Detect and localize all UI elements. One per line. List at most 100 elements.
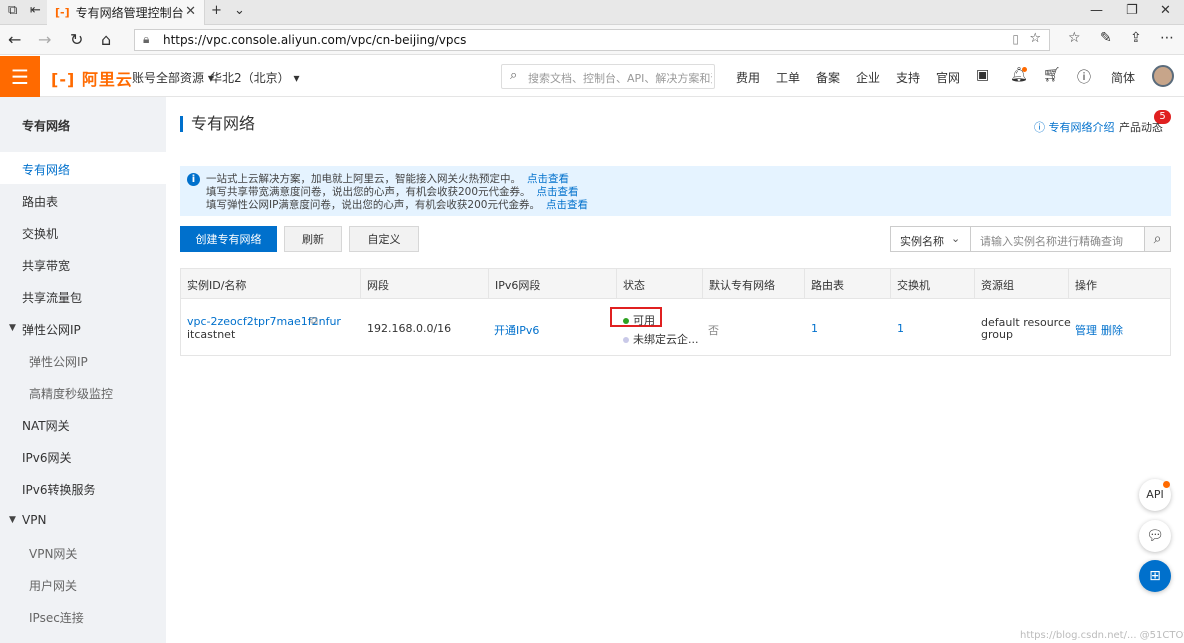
sidebar-item-ipv6-gateway[interactable]: IPv6网关 — [0, 440, 166, 472]
col-resource-group: 资源组 — [974, 269, 1068, 299]
browser-tab-bar: ⧉ ⇤ [-] 专有网络管理控制台 ✕ + ⌄ — ❐ ✕ — [0, 0, 1184, 25]
tab-actions-icon[interactable]: ⧉ — [8, 3, 17, 18]
lock-icon: 🔒︎ — [143, 32, 150, 46]
col-ipv6: IPv6网段 — [488, 269, 616, 299]
customize-button[interactable]: 自定义 — [349, 226, 419, 252]
sidebar-item-vpn-gateway[interactable]: VPN网关 — [0, 536, 166, 568]
pen-icon[interactable]: ✎ — [1100, 30, 1112, 46]
language-selector[interactable]: 简体 — [1111, 69, 1135, 86]
default-vpc-value: 否 — [708, 324, 719, 337]
search-button[interactable]: ⌕ — [1145, 226, 1171, 252]
maximize-icon[interactable]: ❐ — [1126, 3, 1138, 18]
col-cidr: 网段 — [360, 269, 488, 299]
search-input[interactable]: ⌕ 搜索文档、控制台、API、解决方案和资源 — [501, 64, 715, 89]
col-route-table: 路由表 — [804, 269, 890, 299]
delete-link[interactable]: 删除 — [1101, 322, 1123, 338]
copy-icon[interactable]: ⧉ — [310, 314, 318, 328]
sidebar-group-vpn[interactable]: ▼ VPN — [0, 504, 166, 536]
col-default-vpc: 默认专有网络 — [702, 269, 804, 299]
enable-ipv6-link[interactable]: 开通IPv6 — [494, 322, 539, 338]
sidebar-item-vpc[interactable]: 专有网络 — [0, 152, 166, 184]
url-text: https://vpc.console.aliyun.com/vpc/cn-be… — [163, 33, 467, 47]
watermark: https://blog.csdn.net/... @51CTO博客 — [1020, 630, 1184, 641]
sidebar-item-data-transfer-plan[interactable]: 共享流量包 — [0, 280, 166, 312]
nav-enterprise[interactable]: 企业 — [856, 69, 880, 86]
cart-icon[interactable]: 🛒︎ — [1043, 67, 1061, 83]
table-header: 实例ID/名称 网段 IPv6网段 状态 默认专有网络 路由表 交换机 资源组 … — [181, 269, 1170, 299]
menu-icon[interactable]: ☰ — [0, 56, 40, 97]
refresh-button[interactable]: 刷新 — [284, 226, 342, 252]
chat-icon[interactable]: 💬︎ — [1139, 520, 1171, 552]
aliyun-favicon-icon: [-] — [55, 6, 70, 19]
help-icon[interactable]: ⓘ — [1077, 67, 1091, 87]
sidebar-item-ipsec[interactable]: IPsec连接 — [0, 600, 166, 632]
vpc-cidr: 192.168.0.0/16 — [367, 322, 452, 335]
url-input[interactable]: 🔒︎ https://vpc.console.aliyun.com/vpc/cn… — [134, 29, 1050, 51]
set-aside-tabs-icon[interactable]: ⇤ — [30, 3, 41, 18]
avatar[interactable] — [1152, 65, 1174, 87]
address-bar: ← → ↻ ⌂ 🔒︎ https://vpc.console.aliyun.co… — [0, 25, 1184, 55]
close-window-icon[interactable]: ✕ — [1160, 3, 1171, 18]
vswitch-count-link[interactable]: 1 — [897, 322, 904, 335]
status-available: 可用 — [623, 312, 655, 328]
help-circle-icon: ⓘ — [1034, 121, 1045, 134]
sidebar-item-vswitch[interactable]: 交换机 — [0, 216, 166, 248]
sidebar-group-eip[interactable]: ▼ 弹性公网IP — [0, 312, 166, 344]
sidebar-item-nat[interactable]: NAT网关 — [0, 408, 166, 440]
nav-tickets[interactable]: 工单 — [776, 69, 800, 86]
forward-icon[interactable]: → — [38, 30, 51, 49]
nav-billing[interactable]: 费用 — [736, 69, 760, 86]
nav-website[interactable]: 官网 — [936, 69, 960, 86]
notice-banner: i 一站式上云解决方案，加电就上阿里云，智能接入网关火热预定中。 点击查看 填写共… — [180, 166, 1171, 216]
share-icon[interactable]: ⇪ — [1130, 30, 1142, 46]
console-header: ☰ [-] 阿里云 账号全部资源 ▾ 华北2（北京） ▾ ⌕ 搜索文档、控制台、… — [0, 56, 1184, 97]
terminal-icon[interactable]: ▣ — [976, 67, 989, 83]
col-instance: 实例ID/名称 — [187, 279, 247, 292]
resource-group-line2: group — [981, 328, 1013, 341]
sidebar-item-monitor[interactable]: 高精度秒级监控 — [0, 376, 166, 408]
notice-line: 填写弹性公网IP满意度问卷，说出您的心声，有机会收获200元代金券。 点击查看 — [206, 199, 588, 211]
refresh-icon[interactable]: ↻ — [70, 30, 83, 49]
news-count-badge: 5 — [1154, 110, 1171, 124]
close-tab-icon[interactable]: ✕ — [185, 4, 196, 19]
vpc-name: itcastnet — [187, 328, 236, 341]
search-icon: ⌕ — [510, 68, 518, 83]
more-icon[interactable]: ⋯ — [1160, 30, 1174, 46]
chevron-down-icon: ⌄ — [951, 232, 961, 245]
new-tab-icon[interactable]: + — [211, 3, 222, 18]
route-table-count-link[interactable]: 1 — [811, 322, 818, 335]
info-icon: i — [187, 173, 200, 186]
sidebar-item-route-table[interactable]: 路由表 — [0, 184, 166, 216]
reading-view-icon[interactable]: ▯ — [1012, 32, 1019, 46]
manage-link[interactable]: 管理 — [1075, 322, 1097, 338]
tab-title: 专有网络管理控制台 — [75, 6, 184, 20]
browser-tab[interactable]: [-] 专有网络管理控制台 ✕ — [47, 0, 205, 25]
favorites-icon[interactable]: ☆ — [1068, 30, 1081, 46]
home-icon[interactable]: ⌂ — [101, 30, 111, 49]
page-title: 专有网络 — [180, 116, 255, 132]
minimize-icon[interactable]: — — [1090, 3, 1103, 18]
api-notification-dot — [1163, 481, 1170, 488]
sidebar-item-eip[interactable]: 弹性公网IP — [0, 344, 166, 376]
sidebar-title: 专有网络 — [0, 97, 166, 152]
region-selector[interactable]: 华北2（北京） ▾ — [210, 69, 299, 86]
sidebar: 专有网络 专有网络 路由表 交换机 共享带宽 共享流量包 ▼ 弹性公网IP 弹性公… — [0, 97, 166, 643]
sidebar-item-ipv6-translation[interactable]: IPv6转换服务 — [0, 472, 166, 504]
apps-grid-icon[interactable]: ⊞ — [1139, 560, 1171, 592]
sidebar-item-shared-bandwidth[interactable]: 共享带宽 — [0, 248, 166, 280]
vpc-intro-link[interactable]: ⓘ 专有网络介绍 — [1034, 119, 1115, 135]
nav-support[interactable]: 支持 — [896, 69, 920, 86]
filter-input[interactable]: 请输入实例名称进行精确查询 — [970, 226, 1145, 252]
notice-link[interactable]: 点击查看 — [546, 199, 588, 211]
tab-list-chevron-icon[interactable]: ⌄ — [234, 3, 245, 18]
favorite-star-icon[interactable]: ☆ — [1029, 31, 1041, 46]
create-vpc-button[interactable]: 创建专有网络 — [180, 226, 277, 252]
sidebar-item-customer-gateway[interactable]: 用户网关 — [0, 568, 166, 600]
account-selector[interactable]: 账号全部资源 ▾ — [132, 69, 214, 86]
back-icon[interactable]: ← — [8, 30, 21, 49]
filter-field-select[interactable]: 实例名称 ⌄ — [890, 226, 971, 252]
aliyun-logo[interactable]: [-] 阿里云 — [51, 66, 133, 90]
cen-binding-status: 未绑定云企... — [623, 331, 699, 347]
notification-dot — [1022, 67, 1027, 72]
nav-icp[interactable]: 备案 — [816, 69, 840, 86]
